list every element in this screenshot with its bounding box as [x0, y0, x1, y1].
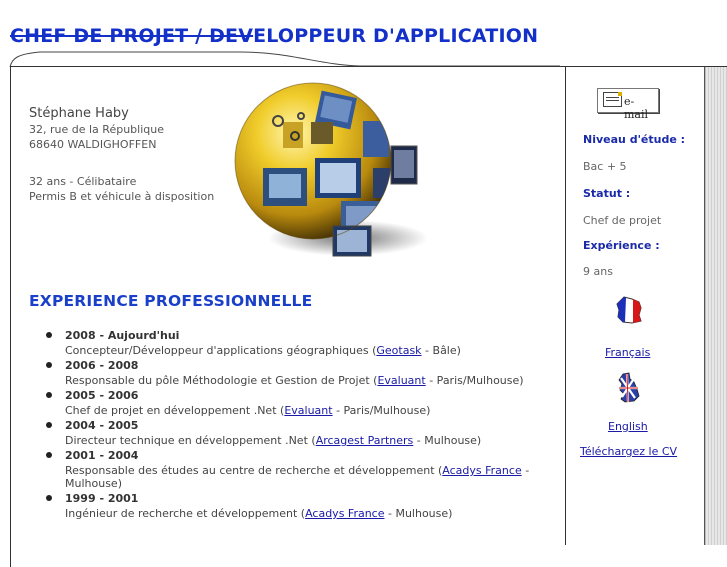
experience-description: Ingénieur de recherche et développement … [65, 507, 453, 520]
uk-map-flag-icon[interactable] [615, 372, 641, 404]
contact-address-line2: 68640 WALDIGHOFFEN [29, 138, 157, 151]
experience-item: 2005 - 2006 Chef de projet en développem… [46, 388, 566, 417]
sidebar: e-mail Niveau d'étude : Bac + 5 Statut :… [565, 67, 705, 545]
contact-age-status: 32 ans - Célibataire [29, 175, 137, 188]
company-link-arcagest[interactable]: Arcagest Partners [316, 434, 414, 447]
status-value: Chef de projet [583, 214, 662, 227]
lang-french-link[interactable]: Français [605, 346, 650, 359]
main-content: Stéphane Haby 32, rue de la République 6… [18, 70, 564, 545]
bullet-icon [46, 452, 52, 458]
contact-name: Stéphane Haby [29, 106, 129, 121]
bullet-icon [46, 332, 52, 338]
experience-item: 2004 - 2005 Directeur technique en dével… [46, 418, 566, 447]
experience-description: Responsable du pôle Méthodologie et Gest… [65, 374, 524, 387]
lang-english-link[interactable]: English [608, 420, 648, 433]
bullet-icon [46, 422, 52, 428]
status-label: Statut : [583, 187, 631, 200]
contact-address-line1: 32, rue de la République [29, 123, 164, 136]
experience-description: Concepteur/Développeur d'applications gé… [65, 344, 461, 357]
experience-list: 2008 - Aujourd'hui Concepteur/Développeu… [46, 328, 566, 521]
experience-period: 2006 - 2008 [65, 359, 139, 372]
experience-period: 2004 - 2005 [65, 419, 139, 432]
experience-period: 2001 - 2004 [65, 449, 139, 462]
experience-label: Expérience : [583, 239, 660, 252]
education-level-label: Niveau d'étude : [583, 133, 686, 146]
experience-period: 2008 - Aujourd'hui [65, 329, 180, 342]
experience-item: 1999 - 2001 Ingénieur de recherche et dé… [46, 491, 566, 520]
download-cv-link[interactable]: Téléchargez le CV [580, 445, 677, 458]
experience-period: 2005 - 2006 [65, 389, 139, 402]
experience-item: 2001 - 2004 Responsable des études au ce… [46, 448, 566, 490]
france-map-flag-icon[interactable] [614, 295, 644, 325]
company-link-acadys[interactable]: Acadys France [305, 507, 384, 520]
experience-period: 1999 - 2001 [65, 492, 139, 505]
envelope-icon [603, 92, 622, 107]
experience-item: 2008 - Aujourd'hui Concepteur/Développeu… [46, 328, 566, 357]
experience-description: Responsable des études au centre de rech… [65, 464, 530, 490]
bullet-icon [46, 495, 52, 501]
contact-license: Permis B et véhicule à disposition [29, 190, 215, 203]
education-level-value: Bac + 5 [583, 160, 627, 173]
company-link-geotask[interactable]: Geotask [376, 344, 421, 357]
scrollbar[interactable] [705, 67, 727, 545]
experience-description: Directeur technique en développement .Ne… [65, 434, 482, 447]
email-button[interactable]: e-mail [597, 88, 659, 121]
experience-description: Chef de projet en développement .Net (Ev… [65, 404, 431, 417]
bullet-icon [46, 392, 52, 398]
photo-globe-icon [223, 76, 433, 280]
experience-section-title: EXPERIENCE PROFESSIONNELLE [29, 292, 313, 310]
contact-block: Stéphane Haby 32, rue de la République 6… [29, 106, 214, 204]
company-link-evaluant[interactable]: Evaluant [284, 404, 332, 417]
experience-item: 2006 - 2008 Responsable du pôle Méthodol… [46, 358, 566, 387]
experience-value: 9 ans [583, 265, 613, 278]
company-link-evaluant[interactable]: Evaluant [377, 374, 425, 387]
company-link-acadys[interactable]: Acadys France [442, 464, 521, 477]
bullet-icon [46, 362, 52, 368]
email-button-label: e-mail [624, 95, 649, 121]
